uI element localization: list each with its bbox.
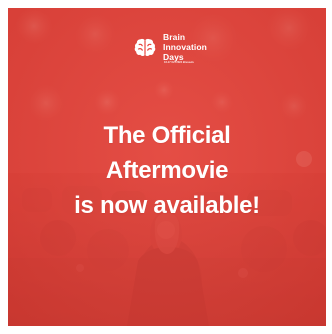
headline-line-3: is now available!	[74, 192, 260, 219]
brain-icon	[134, 38, 156, 57]
headline: The Official Aftermovie is now available…	[8, 118, 326, 223]
headline-line-1: The Official	[103, 122, 231, 149]
logo-line-innovation: Innovation	[163, 42, 207, 52]
headline-line-2: Aftermovie	[105, 157, 229, 184]
brain-innovation-days-logo: Brain Innovation Days 16-17 Oct 2024 Bru…	[133, 32, 233, 74]
logo-line-brain: Brain	[163, 32, 186, 42]
logo-tagline: 16-17 Oct 2024 Brussels	[164, 61, 194, 64]
promo-card: Brain Innovation Days 16-17 Oct 2024 Bru…	[8, 8, 326, 326]
